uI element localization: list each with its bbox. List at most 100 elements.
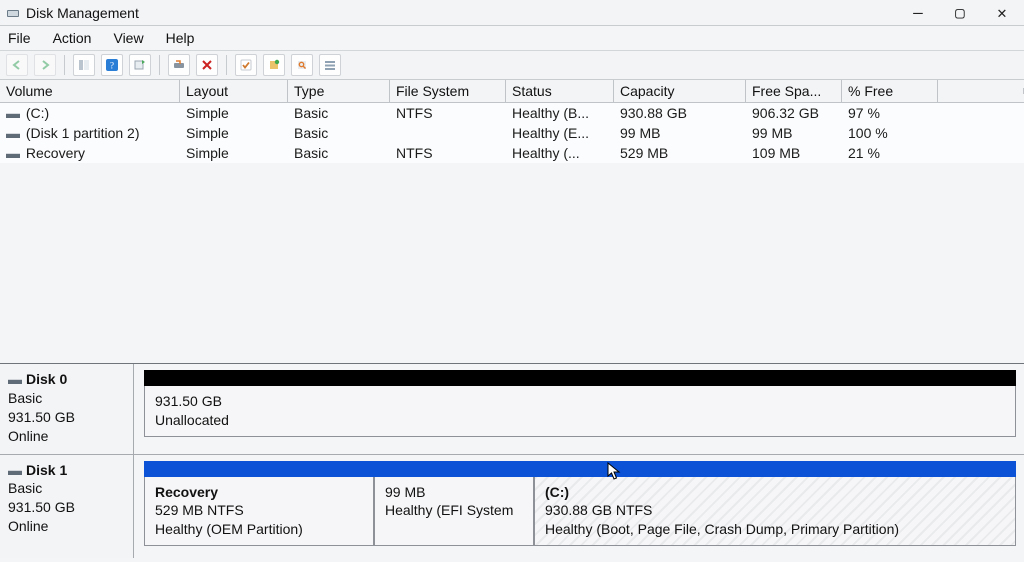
disk-icon: ▬ [8, 461, 22, 480]
disk-pane: ▬Disk 1Basic931.50 GBOnlineRecovery529 M… [0, 454, 1024, 559]
cell: Simple [180, 143, 288, 163]
cell [390, 131, 506, 135]
partition-title: Recovery [155, 483, 365, 502]
partition-line1: 529 MB NTFS [155, 501, 365, 520]
partition-line2: Healthy (Boot, Page File, Crash Dump, Pr… [545, 520, 1007, 539]
col-pctfree[interactable]: % Free [842, 80, 938, 102]
disk-size: 931.50 GB [8, 498, 125, 517]
partition-box[interactable]: 99 MBHealthy (EFI System [374, 477, 534, 547]
cell: 529 MB [614, 143, 746, 163]
cell: 97 % [842, 103, 938, 123]
toolbar-separator [159, 55, 160, 75]
partition-box[interactable]: (C:)930.88 GB NTFSHealthy (Boot, Page Fi… [534, 477, 1016, 547]
cell: Basic [288, 123, 390, 143]
disk-id: Disk 0 [26, 370, 67, 389]
tool-bar: ? [0, 51, 1024, 80]
disk-type: Basic [8, 389, 125, 408]
close-button[interactable]: ✕ [992, 3, 1012, 22]
svg-text:?: ? [110, 61, 114, 71]
refresh-button[interactable] [129, 54, 151, 76]
volume-row[interactable]: ▬ (Disk 1 partition 2)SimpleBasic Healthy… [0, 123, 1024, 143]
list-view-button[interactable] [319, 54, 341, 76]
disk-type: Basic [8, 479, 125, 498]
cell: Basic [288, 103, 390, 123]
app-icon [6, 6, 20, 20]
cell: 21 % [842, 143, 938, 163]
partition-line1: 99 MB [385, 483, 525, 502]
col-freespace[interactable]: Free Spa... [746, 80, 842, 102]
cell: 99 MB [746, 123, 842, 143]
menu-view[interactable]: View [113, 30, 143, 46]
col-type[interactable]: Type [288, 80, 390, 102]
cell: ▬ (Disk 1 partition 2) [0, 123, 180, 143]
disk-body: Recovery529 MB NTFSHealthy (OEM Partitio… [134, 455, 1024, 559]
partition-title: (C:) [545, 483, 1007, 502]
column-headers: Volume Layout Type File System Status Ca… [0, 80, 1024, 103]
partition-line1: 930.88 GB NTFS [545, 501, 1007, 520]
disk-id: Disk 1 [26, 461, 67, 480]
window-title: Disk Management [26, 5, 139, 21]
col-status[interactable]: Status [506, 80, 614, 102]
help-button[interactable]: ? [101, 54, 123, 76]
cell: Simple [180, 103, 288, 123]
cell: NTFS [390, 103, 506, 123]
menu-bar: File Action View Help [0, 26, 1024, 51]
disk-icon: ▬ [8, 370, 22, 389]
toolbar-separator [226, 55, 227, 75]
cell: 99 MB [614, 123, 746, 143]
col-filesystem[interactable]: File System [390, 80, 506, 102]
partition-cap [534, 461, 1016, 477]
nav-forward-button[interactable] [34, 54, 56, 76]
minimize-button[interactable]: — [908, 3, 928, 22]
partition-box[interactable]: Recovery529 MB NTFSHealthy (OEM Partitio… [144, 477, 374, 547]
disk-size: 931.50 GB [8, 408, 125, 427]
disk-body: 931.50 GBUnallocated [134, 364, 1024, 454]
partition-cap [144, 370, 1016, 386]
delete-button[interactable] [196, 54, 218, 76]
partition-line1: 931.50 GB [155, 392, 1007, 411]
cell: Healthy (B... [506, 103, 614, 123]
disk-status: Online [8, 427, 125, 446]
disk-pane: ▬Disk 0Basic931.50 GBOnline931.50 GBUnal… [0, 363, 1024, 454]
col-layout[interactable]: Layout [180, 80, 288, 102]
menu-file[interactable]: File [8, 30, 31, 46]
cell: ▬ Recovery [0, 143, 180, 163]
partition-cap [374, 461, 534, 477]
cell: Simple [180, 123, 288, 143]
toolbar-separator [64, 55, 65, 75]
volume-row[interactable]: ▬ RecoverySimpleBasicNTFSHealthy (...529… [0, 143, 1024, 163]
partition-line2: Healthy (OEM Partition) [155, 520, 365, 539]
new-volume-button[interactable] [263, 54, 285, 76]
cell: 906.32 GB [746, 103, 842, 123]
cell: ▬ (C:) [0, 103, 180, 123]
maximize-button[interactable]: ▢ [950, 3, 970, 22]
cell: Healthy (E... [506, 123, 614, 143]
rescan-button[interactable] [168, 54, 190, 76]
partition-line2: Unallocated [155, 411, 1007, 430]
check-button[interactable] [235, 54, 257, 76]
cell: Basic [288, 143, 390, 163]
disk-label[interactable]: ▬Disk 0Basic931.50 GBOnline [0, 364, 134, 454]
partition-cap [144, 461, 374, 477]
nav-back-button[interactable] [6, 54, 28, 76]
volume-list: Volume Layout Type File System Status Ca… [0, 80, 1024, 163]
menu-help[interactable]: Help [166, 30, 195, 46]
disk-status: Online [8, 517, 125, 536]
col-padding [938, 88, 1024, 94]
col-capacity[interactable]: Capacity [614, 80, 746, 102]
cell: 930.88 GB [614, 103, 746, 123]
empty-area [0, 163, 1024, 363]
search-button[interactable] [291, 54, 313, 76]
cell: NTFS [390, 143, 506, 163]
show-tree-button[interactable] [73, 54, 95, 76]
cell: 109 MB [746, 143, 842, 163]
col-volume[interactable]: Volume [0, 80, 180, 102]
partition-line2: Healthy (EFI System [385, 501, 525, 520]
cell: 100 % [842, 123, 938, 143]
menu-action[interactable]: Action [53, 30, 92, 46]
partition-box[interactable]: 931.50 GBUnallocated [144, 386, 1016, 437]
cell: Healthy (... [506, 143, 614, 163]
disk-label[interactable]: ▬Disk 1Basic931.50 GBOnline [0, 455, 134, 559]
volume-row[interactable]: ▬ (C:)SimpleBasicNTFSHealthy (B...930.88… [0, 103, 1024, 123]
title-bar: Disk Management — ▢ ✕ [0, 0, 1024, 26]
